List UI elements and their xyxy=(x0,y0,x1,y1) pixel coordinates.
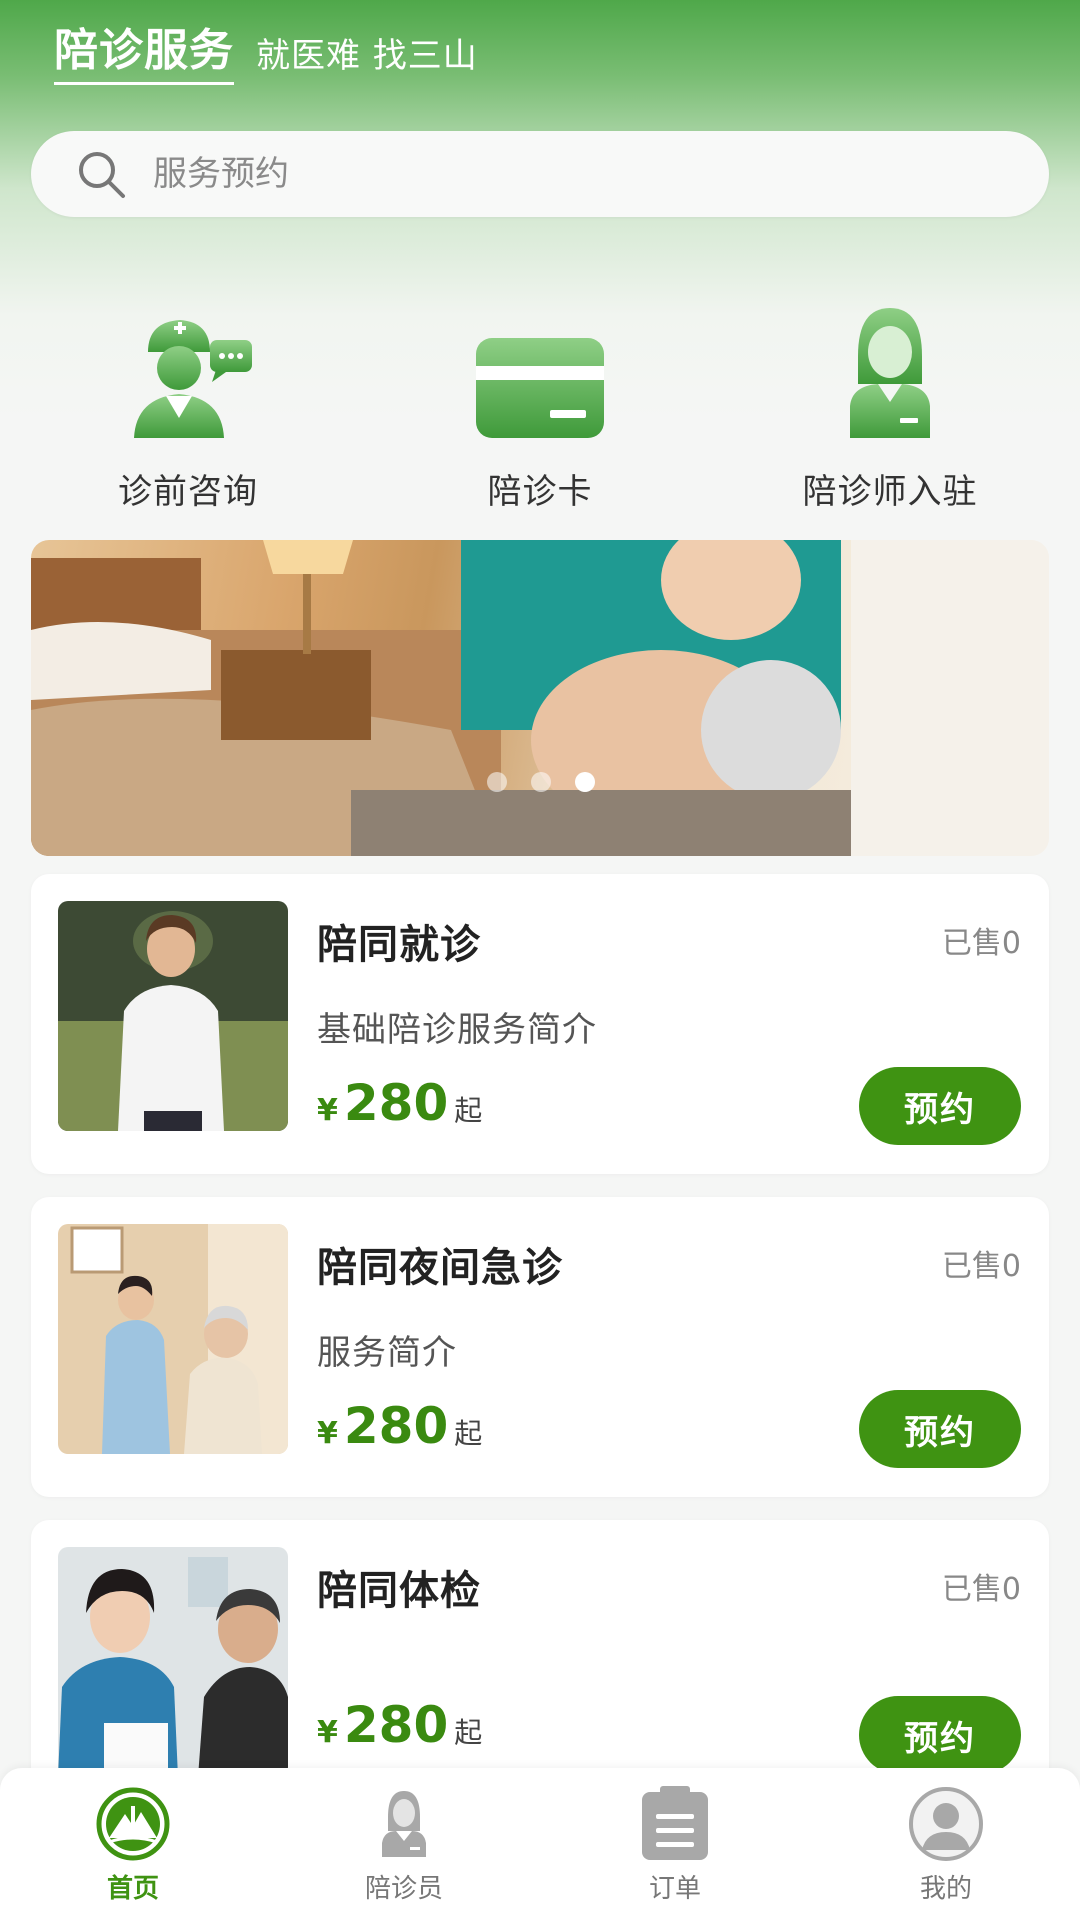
book-button[interactable]: 预约 xyxy=(859,1067,1021,1145)
price-suffix: 起 xyxy=(454,1417,483,1450)
service-thumbnail xyxy=(58,1224,288,1454)
service-thumbnail xyxy=(58,901,288,1131)
price-currency: ¥ xyxy=(317,1715,338,1750)
quick-entry-consult[interactable]: 诊前咨询 xyxy=(38,300,338,513)
tab-home[interactable]: 首页 xyxy=(33,1782,233,1905)
quick-entry-register[interactable]: 陪诊师入驻 xyxy=(740,300,1040,513)
quick-entry-card[interactable]: 陪诊卡 xyxy=(390,300,690,513)
service-price: ¥ 280 起 xyxy=(317,1397,482,1455)
book-button[interactable]: 预约 xyxy=(859,1390,1021,1468)
price-value: 280 xyxy=(343,1074,449,1132)
home-logo-icon xyxy=(96,1787,170,1861)
price-value: 280 xyxy=(343,1397,449,1455)
carousel-dot[interactable] xyxy=(531,772,551,792)
book-button[interactable]: 预约 xyxy=(859,1696,1021,1774)
price-currency: ¥ xyxy=(317,1416,338,1451)
price-suffix: 起 xyxy=(454,1094,483,1127)
quick-entry-label: 陪诊师入驻 xyxy=(802,472,978,512)
carousel-indicator xyxy=(487,772,595,792)
tab-escort[interactable]: 陪诊员 xyxy=(304,1782,504,1905)
service-name: 陪同就诊 xyxy=(317,922,481,968)
tab-label: 我的 xyxy=(919,1874,972,1904)
banner-carousel[interactable] xyxy=(31,540,1049,856)
banner-image xyxy=(31,540,1049,856)
service-description: 基础陪诊服务简介 xyxy=(317,1010,597,1050)
service-name: 陪同体检 xyxy=(317,1568,481,1614)
price-suffix: 起 xyxy=(454,1716,483,1749)
tab-label: 订单 xyxy=(648,1874,701,1904)
carousel-dot[interactable] xyxy=(487,772,507,792)
bottom-tab-bar: 首页 陪诊员 订单 我的 xyxy=(0,1768,1080,1920)
sold-count: 已售0 xyxy=(941,1249,1021,1284)
tab-label: 首页 xyxy=(106,1874,159,1904)
search-icon xyxy=(79,152,125,198)
nurse-consult-icon xyxy=(134,320,252,438)
header-slogan: 就医难 找三山 xyxy=(256,36,478,76)
tab-orders[interactable]: 订单 xyxy=(575,1782,775,1905)
search-input[interactable] xyxy=(151,153,975,195)
escort-register-icon xyxy=(850,308,930,438)
service-card[interactable]: 陪同夜间急诊 已售0 服务简介 ¥ 280 起 预约 xyxy=(31,1197,1049,1497)
clipboard-icon xyxy=(642,1786,708,1860)
page-title: 陪诊服务 xyxy=(54,14,234,85)
service-thumbnail xyxy=(58,1547,288,1777)
service-name: 陪同夜间急诊 xyxy=(317,1245,563,1291)
quick-entry-label: 诊前咨询 xyxy=(118,472,258,512)
card-icon xyxy=(476,338,604,438)
escort-icon xyxy=(382,1791,426,1857)
app-header: 陪诊服务 就医难 找三山 xyxy=(54,14,478,85)
quick-entry-label: 陪诊卡 xyxy=(487,472,593,512)
service-card[interactable]: 陪同就诊 已售0 基础陪诊服务简介 ¥ 280 起 预约 xyxy=(31,874,1049,1174)
service-price: ¥ 280 起 xyxy=(317,1696,482,1754)
price-value: 280 xyxy=(343,1696,449,1754)
tab-label: 陪诊员 xyxy=(364,1874,443,1904)
price-currency: ¥ xyxy=(317,1093,338,1128)
search-bar[interactable] xyxy=(31,131,1049,217)
sold-count: 已售0 xyxy=(941,926,1021,961)
user-avatar-icon xyxy=(909,1787,983,1861)
sold-count: 已售0 xyxy=(941,1572,1021,1607)
tab-profile[interactable]: 我的 xyxy=(846,1782,1046,1905)
carousel-dot-active[interactable] xyxy=(575,772,595,792)
service-price: ¥ 280 起 xyxy=(317,1074,482,1132)
service-description: 服务简介 xyxy=(317,1333,457,1373)
